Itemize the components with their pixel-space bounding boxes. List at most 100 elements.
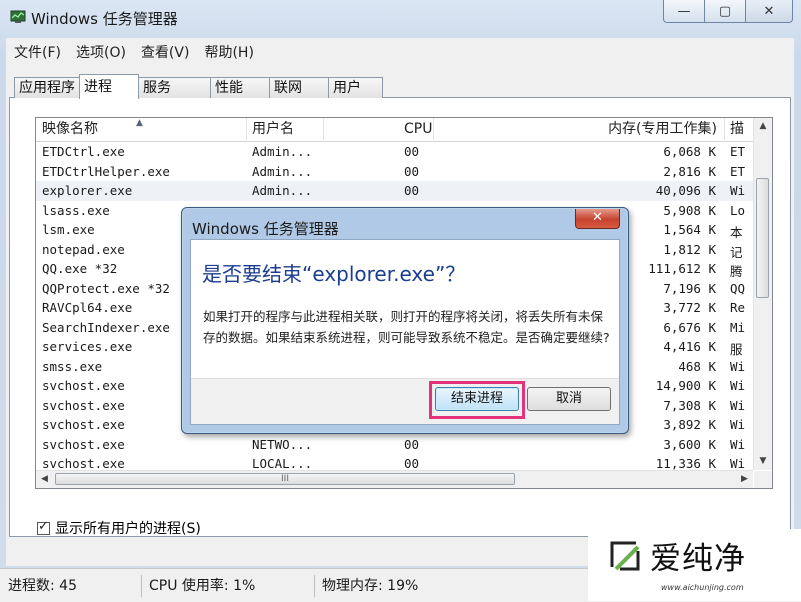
scroll-corner (754, 471, 772, 488)
table-row[interactable]: explorer.exe Admin... 00 40,096 K Wi (36, 181, 753, 201)
cell-memory: 2,816 K (663, 163, 716, 179)
menu-options[interactable]: 选项(O) (68, 38, 133, 64)
cell-cpu: 00 (404, 183, 420, 198)
tab-services[interactable]: 服务 (138, 77, 211, 98)
vertical-scroll-thumb[interactable] (756, 178, 769, 298)
status-divider (141, 575, 142, 597)
menu-help[interactable]: 帮助(H) (196, 38, 260, 64)
cell-memory: 3,600 K (663, 436, 716, 452)
tab-strip: 应用程序 进程 服务 性能 联网 用户 (14, 74, 383, 99)
column-cpu[interactable]: CPU (324, 118, 434, 140)
status-divider (314, 575, 315, 597)
status-cpu-usage: CPU 使用率: 1% (149, 578, 256, 594)
task-manager-icon (10, 10, 26, 23)
cell-user-name: LOCAL... (252, 456, 313, 471)
dialog-heading: 是否要结束“explorer.exe”？ (202, 262, 466, 286)
dialog-message: 如果打开的程序与此进程相关联，则打开的程序将关闭，将丢失所有未保存的数据。如果结… (203, 309, 610, 345)
horizontal-scroll-thumb[interactable]: III (55, 473, 515, 485)
cell-image-name: svchost.exe (42, 436, 125, 452)
caption-buttons: — ▢ ✕ (663, 0, 793, 23)
cell-description: 腾 (730, 264, 743, 279)
cell-description: Lo (730, 202, 746, 218)
tab-users[interactable]: 用户 (328, 77, 383, 98)
watermark: 爱纯净 www.aichunjing.com (588, 529, 801, 601)
cell-cpu: 00 (404, 456, 420, 471)
vertical-scrollbar[interactable]: ▲ ▼ (753, 118, 772, 470)
status-physical-memory: 物理内存: 19% (322, 578, 419, 594)
watermark-url: www.aichunjing.com (661, 583, 744, 592)
window-title: Windows 任务管理器 (31, 10, 178, 28)
cancel-button[interactable]: 取消 (527, 387, 611, 411)
end-process-button[interactable]: 结束进程 (435, 387, 519, 411)
column-image-name[interactable]: ▲ 映像名称 (36, 118, 247, 140)
column-memory-label: 内存(专用工作集) (608, 121, 717, 137)
cell-description: Wi (730, 397, 746, 413)
tab-applications[interactable]: 应用程序 (14, 77, 80, 98)
menu-bar: 文件(F) 选项(O) 查看(V) 帮助(H) (6, 38, 794, 64)
show-all-processes-checkbox[interactable] (37, 519, 50, 535)
cell-description: Wi (730, 436, 746, 452)
show-all-processes-label: 显示所有用户的进程(S) (55, 521, 201, 537)
scroll-grip-icon: III (281, 474, 289, 484)
tab-processes[interactable]: 进程 (79, 74, 139, 99)
column-memory[interactable]: 内存(专用工作集) (434, 118, 725, 140)
close-icon: ✕ (763, 3, 775, 19)
cell-description: QQ (730, 280, 746, 296)
cell-cpu: 00 (404, 163, 420, 179)
scroll-down-icon[interactable]: ▼ (754, 453, 772, 470)
horizontal-scrollbar[interactable]: ◀ III ▶ (36, 470, 753, 488)
dialog-title: Windows 任务管理器 (192, 220, 339, 238)
menu-file[interactable]: 文件(F) (6, 38, 68, 64)
dialog-body: 是否要结束“explorer.exe”？ 如果打开的程序与此进程相关联，则打开的… (190, 239, 620, 425)
title-bar: Windows 任务管理器 — ▢ ✕ (0, 0, 801, 36)
cell-description: Wi (730, 378, 746, 393)
end-process-dialog: Windows 任务管理器 ✕ 是否要结束“explorer.exe”？ 如果打… (181, 207, 629, 434)
task-manager-window: Windows 任务管理器 — ▢ ✕ 文件(F) 选项(O) 查看(V) 帮助… (0, 0, 801, 602)
cell-memory: 40,096 K (655, 183, 716, 198)
show-all-processes-option[interactable]: 显示所有用户的进程(S) (37, 518, 201, 538)
tab-performance[interactable]: 性能 (210, 77, 270, 98)
watermark-text: 爱纯净 (650, 541, 746, 577)
watermark-logo-icon (610, 541, 640, 571)
tab-networking[interactable]: 联网 (269, 77, 329, 98)
column-description[interactable]: 描 (725, 118, 753, 140)
close-icon: ✕ (592, 210, 603, 225)
cell-description: Wi (730, 358, 746, 374)
list-header: ▲ 映像名称 用户名 CPU 内存(专用工作集) 描 (36, 118, 753, 142)
cell-image-name: svchost.exe (42, 456, 125, 471)
close-button[interactable]: ✕ (745, 0, 793, 23)
cell-user-name: Admin... (252, 183, 313, 198)
cell-cpu: 00 (404, 436, 420, 452)
cell-memory: 6,068 K (663, 144, 716, 159)
table-row[interactable]: ETDCtrlHelper.exe Admin... 00 2,816 K ET (36, 162, 753, 182)
cell-description: Wi (730, 183, 746, 198)
column-description-label: 描 (730, 121, 744, 137)
maximize-button[interactable]: ▢ (704, 0, 746, 23)
cell-user-name: Admin... (252, 144, 313, 159)
scroll-up-icon[interactable]: ▲ (754, 118, 772, 135)
cell-description: Re (730, 300, 746, 315)
maximize-icon: ▢ (718, 3, 732, 19)
cell-cpu: 00 (404, 144, 420, 159)
cell-description: Wi (730, 417, 746, 432)
cell-description: Mi (730, 319, 746, 335)
table-row[interactable]: svchost.exe NETWO... 00 3,600 K Wi (36, 435, 753, 455)
scroll-right-icon[interactable]: ▶ (736, 471, 753, 488)
cell-user-name: NETWO... (252, 436, 313, 452)
status-process-count: 进程数: 45 (8, 578, 77, 594)
table-row[interactable]: ETDCtrl.exe Admin... 00 6,068 K ET (36, 142, 753, 162)
dialog-close-button[interactable]: ✕ (575, 209, 620, 229)
scroll-left-icon[interactable]: ◀ (36, 471, 53, 488)
cell-image-name: explorer.exe (42, 183, 133, 198)
cell-description: Wi (730, 456, 746, 471)
minimize-button[interactable]: — (663, 0, 705, 23)
column-cpu-label: CPU (404, 121, 433, 137)
cell-description: 本 (730, 225, 743, 240)
menu-view[interactable]: 查看(V) (133, 38, 197, 64)
column-user-name-label: 用户名 (252, 121, 294, 137)
cell-description: 记 (730, 244, 743, 260)
cell-user-name: Admin... (252, 163, 313, 179)
minimize-icon: — (677, 3, 691, 19)
column-user-name[interactable]: 用户名 (247, 118, 324, 140)
cell-memory: 11,336 K (655, 456, 716, 471)
